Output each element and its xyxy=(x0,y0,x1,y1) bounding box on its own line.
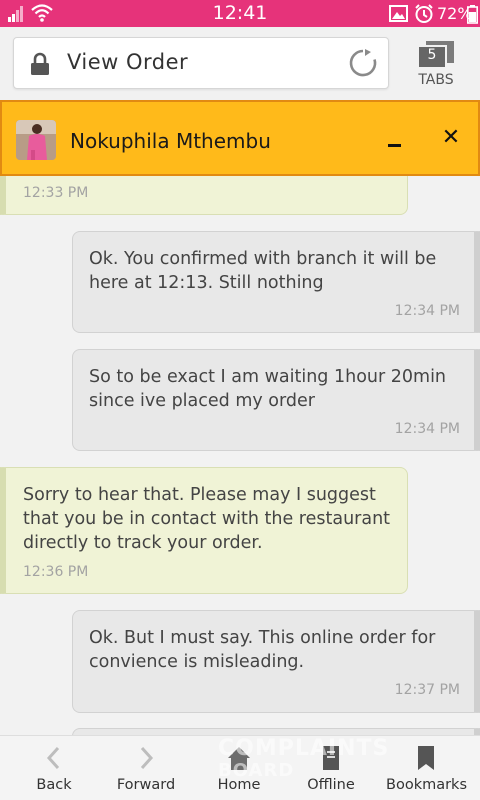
chevron-left-icon xyxy=(40,744,68,772)
tabs-button[interactable]: 5 TABS xyxy=(409,37,463,91)
contact-name: Nokuphila Mthembu xyxy=(70,129,271,153)
message-text: Sorry to hear that. Please may I suggest… xyxy=(23,485,391,553)
chat-messages[interactable]: 12:33 PM Ok. You confirmed with branch i… xyxy=(0,176,480,735)
nav-label: Bookmarks xyxy=(386,777,468,793)
nav-label: Forward xyxy=(116,777,176,793)
minimize-button[interactable] xyxy=(383,126,407,150)
lock-icon xyxy=(30,52,50,80)
battery-icon xyxy=(467,5,478,28)
watermark-logo: COMPLAINTS BOARD xyxy=(218,738,389,782)
message-user: Ok. You confirmed with branch it will be… xyxy=(72,231,480,333)
chat-header: Nokuphila Mthembu ✕ xyxy=(0,100,480,176)
chevron-right-icon xyxy=(132,744,160,772)
message-time: 12:34 PM xyxy=(394,303,460,319)
nav-bookmarks[interactable]: Bookmarks xyxy=(386,736,468,800)
message-user: So to be exact I am waiting 1hour 20min … xyxy=(72,349,480,451)
message-agent: Sorry to hear that. Please may I suggest… xyxy=(0,467,408,594)
message-agent: 12:33 PM xyxy=(0,176,408,215)
browser-toolbar: View Order 5 TABS xyxy=(0,27,480,100)
message-user: Ok. But I must say. This online order fo… xyxy=(72,610,480,713)
page-title: View Order xyxy=(67,50,189,74)
status-bar: 12:41 72% xyxy=(0,0,480,27)
watermark-line2: BOARD xyxy=(218,760,295,781)
tabs-count: 5 xyxy=(427,47,437,63)
bookmark-icon xyxy=(412,744,440,772)
address-bar[interactable]: View Order xyxy=(13,37,389,89)
message-time: 12:36 PM xyxy=(23,564,89,580)
nav-forward[interactable]: Forward xyxy=(110,736,182,800)
bottom-navigation: Back Forward Home Offline Bookmarks COMP… xyxy=(0,735,480,800)
message-text: So to be exact I am waiting 1hour 20min … xyxy=(89,367,447,411)
message-time: 12:34 PM xyxy=(394,421,460,437)
message-text: Ok. You confirmed with branch it will be… xyxy=(89,249,437,293)
close-button[interactable]: ✕ xyxy=(439,124,463,152)
nav-label: Back xyxy=(36,777,72,793)
message-user xyxy=(72,728,480,735)
avatar xyxy=(16,120,56,160)
message-text: Ok. But I must say. This online order fo… xyxy=(89,628,436,672)
image-notification-icon xyxy=(389,5,408,26)
message-time: 12:37 PM xyxy=(394,682,460,698)
alarm-icon xyxy=(414,4,434,27)
watermark-line1: COMPLAINTS xyxy=(218,736,390,761)
tabs-label: TABS xyxy=(418,72,454,88)
nav-back[interactable]: Back xyxy=(22,736,86,800)
message-time: 12:33 PM xyxy=(23,185,89,201)
reload-icon[interactable] xyxy=(348,48,378,82)
clock-time: 12:41 xyxy=(212,2,268,24)
